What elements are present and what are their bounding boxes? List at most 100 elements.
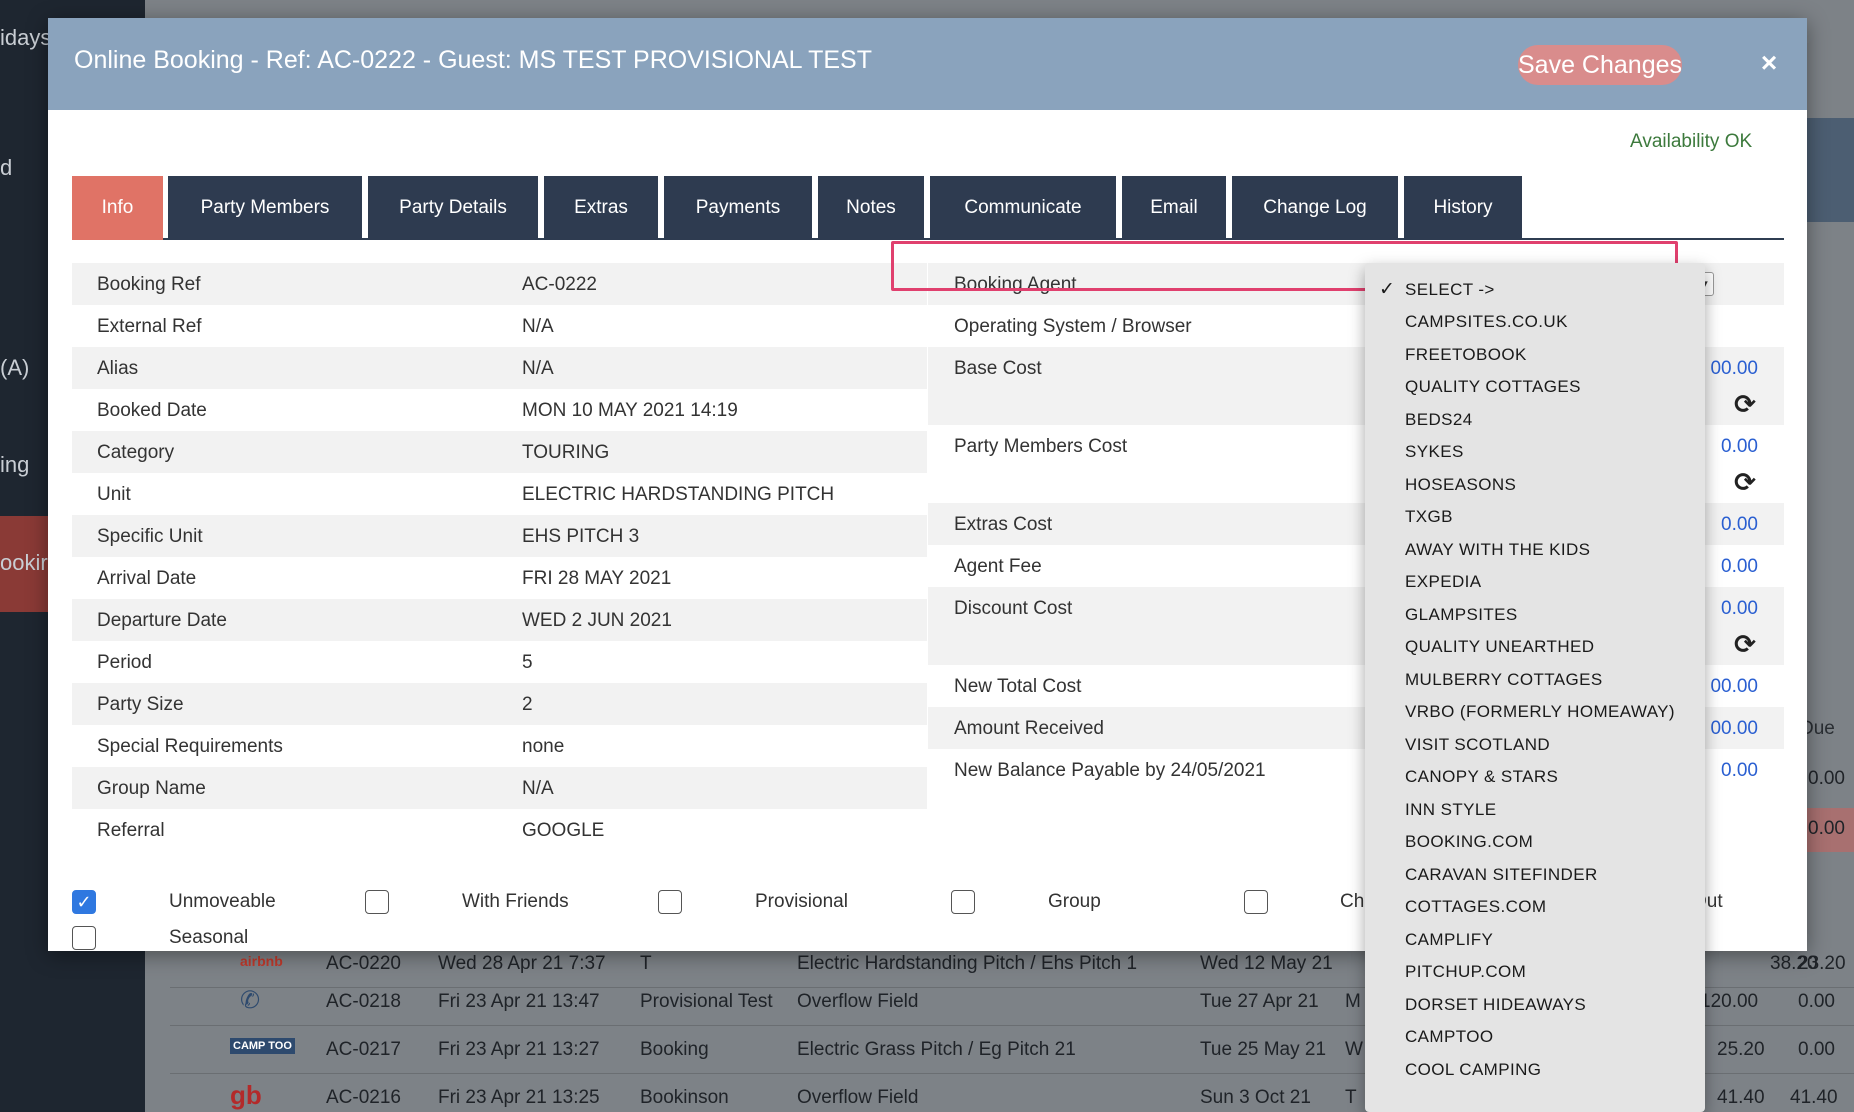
tab-change-log[interactable]: Change Log [1232,176,1398,240]
dropdown-option[interactable]: COTTAGES.COM [1365,890,1705,922]
tab-notes[interactable]: Notes [818,176,924,240]
checkmark-icon: ✓ [1379,279,1396,300]
cell-arrival: Tue 25 May 21 [1200,1039,1327,1060]
option-label: BEDS24 [1405,410,1473,429]
info-value: N/A [522,358,554,379]
tab-party-members[interactable]: Party Members [168,176,362,240]
background-sidebar-item: idays [0,25,52,50]
option-label: PITCHUP.COM [1405,962,1527,981]
info-label: Arrival Date [97,568,197,589]
option-label: SYKES [1405,442,1464,461]
option-label: BOOKING.COM [1405,832,1534,851]
info-value: 5 [522,652,533,673]
cell-date: Fri 23 Apr 21 13:25 [438,1087,600,1108]
option-label: HOSEASONS [1405,475,1517,494]
cell-unit: Overflow Field [797,1087,919,1108]
dropdown-option[interactable]: MULBERRY COTTAGES [1365,663,1705,695]
info-value: N/A [522,316,554,337]
provisional-checkbox[interactable] [658,890,682,914]
tab-extras[interactable]: Extras [544,176,658,240]
dropdown-option[interactable]: INN STYLE [1365,793,1705,825]
info-label: Booked Date [97,400,207,421]
cell-extra: T [1345,1087,1357,1108]
dropdown-option[interactable]: GLAMPSITES [1365,598,1705,630]
seasonal-label: Seasonal [169,927,249,948]
tab-email[interactable]: Email [1122,176,1226,240]
info-value: ELECTRIC HARDSTANDING PITCH [522,484,835,505]
booking-agent-dropdown[interactable]: ✓ SELECT -> CAMPSITES.CO.UK FREETOBOOK QU… [1365,263,1705,1112]
cell-unit: Electric Hardstanding Pitch / Ehs Pitch … [797,953,1138,974]
info-value: FRI 28 MAY 2021 [522,568,672,589]
tab-info[interactable]: Info [72,176,163,240]
dropdown-option[interactable]: BEDS24 [1365,403,1705,435]
background-strip [1806,118,1854,222]
tab-party-details[interactable]: Party Details [368,176,538,240]
gb-icon: gb [230,1080,262,1110]
dropdown-option[interactable]: SYKES [1365,435,1705,467]
dropdown-option[interactable]: HOSEASONS [1365,468,1705,500]
option-label: MULBERRY COTTAGES [1405,670,1603,689]
checked-in-checkbox[interactable] [1244,890,1268,914]
info-label: Departure Date [97,610,227,631]
save-changes-button[interactable]: Save Changes [1518,45,1682,85]
extras-cost-value: 0.00 [1721,514,1758,535]
group-checkbox[interactable] [951,890,975,914]
dropdown-option[interactable]: CANOPY & STARS [1365,760,1705,792]
info-row-booking-ref: Booking Ref AC-0222 [72,263,927,305]
info-row-period: Period 5 [72,641,927,683]
close-icon[interactable]: × [1756,46,1782,80]
dropdown-option[interactable]: AWAY WITH THE KIDS [1365,533,1705,565]
dropdown-option[interactable]: COOL CAMPING [1365,1053,1705,1085]
with-friends-label: With Friends [462,891,569,912]
info-value: TOURING [522,442,610,463]
agent-fee-label: Agent Fee [954,556,1042,577]
with-friends-checkbox[interactable] [365,890,389,914]
cell-name: Booking [640,1039,709,1060]
cell-due: 41.40 [1790,1087,1838,1108]
dropdown-option[interactable]: CAMPTOO [1365,1020,1705,1052]
info-row-arrival-date: Arrival Date FRI 28 MAY 2021 [72,557,927,599]
refresh-icon[interactable]: ⟳ [1732,631,1758,657]
info-value: N/A [522,778,554,799]
group-label: Group [1048,891,1101,912]
cell-unit: Electric Grass Pitch / Eg Pitch 21 [797,1039,1076,1060]
tab-communicate[interactable]: Communicate [930,176,1116,240]
option-label: VRBO (FORMERLY HOMEAWAY) [1405,702,1675,721]
dropdown-option[interactable]: VRBO (FORMERLY HOMEAWAY) [1365,695,1705,727]
info-row-referral: Referral GOOGLE [72,809,927,851]
refresh-icon[interactable]: ⟳ [1732,469,1758,495]
airbnb-icon: airbnb [240,953,283,969]
option-label: SELECT -> [1405,280,1495,299]
dropdown-option[interactable]: QUALITY UNEARTHED [1365,630,1705,662]
dropdown-option[interactable]: VISIT SCOTLAND [1365,728,1705,760]
tab-payments[interactable]: Payments [664,176,812,240]
dropdown-option[interactable]: DORSET HIDEAWAYS [1365,988,1705,1020]
cell-due: 23.20 [1798,953,1846,974]
background-sidebar-item: d [0,155,13,180]
tab-history[interactable]: History [1404,176,1522,240]
dropdown-option[interactable]: BOOKING.COM [1365,825,1705,857]
party-members-cost-label: Party Members Cost [954,436,1128,457]
cell-ref: AC-0217 [326,1039,401,1060]
dropdown-option[interactable]: EXPEDIA [1365,565,1705,597]
info-label: External Ref [97,316,202,337]
info-value: 2 [522,694,533,715]
cell-date: Fri 23 Apr 21 13:47 [438,991,600,1012]
dropdown-option[interactable]: PITCHUP.COM [1365,955,1705,987]
option-label: INN STYLE [1405,800,1497,819]
dropdown-option[interactable]: QUALITY COTTAGES [1365,370,1705,402]
refresh-icon[interactable]: ⟳ [1732,391,1758,417]
option-label: CANOPY & STARS [1405,767,1559,786]
dropdown-option[interactable]: ✓ SELECT -> [1365,273,1705,305]
option-label: QUALITY COTTAGES [1405,377,1581,396]
dropdown-option[interactable]: CAMPSITES.CO.UK [1365,305,1705,337]
cell-name: Bookinson [640,1087,729,1108]
dropdown-option[interactable]: TXGB [1365,500,1705,532]
cell-name: Provisional Test [640,991,773,1012]
seasonal-checkbox[interactable] [72,926,96,950]
dropdown-option[interactable]: CARAVAN SITEFINDER [1365,858,1705,890]
dropdown-option[interactable]: CAMPLIFY [1365,923,1705,955]
dropdown-option[interactable]: FREETOBOOK [1365,338,1705,370]
option-label: QUALITY UNEARTHED [1405,637,1595,656]
unmoveable-checkbox[interactable]: ✓ [72,890,96,914]
